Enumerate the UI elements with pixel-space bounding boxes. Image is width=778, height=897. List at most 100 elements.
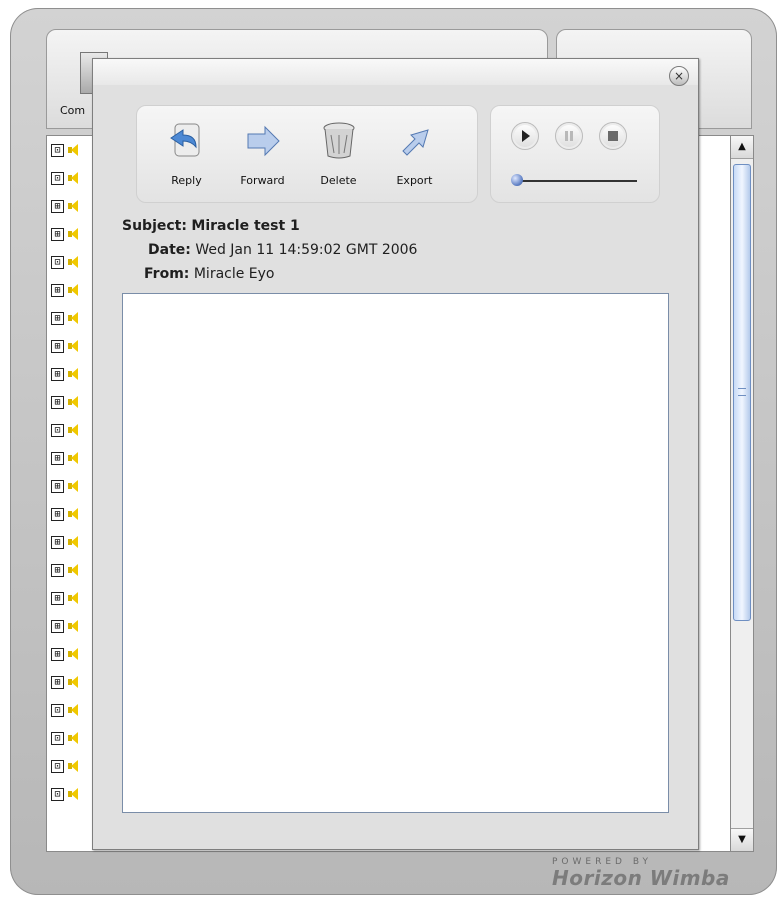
expander-icon[interactable]: ⊡ [51, 424, 64, 437]
list-item[interactable]: ⊞ [51, 534, 91, 552]
speaker-icon [68, 171, 78, 185]
list-item[interactable]: ⊡ [51, 422, 91, 440]
list-item[interactable]: ⊡ [51, 786, 91, 804]
speaker-icon [68, 227, 78, 241]
speaker-icon [68, 451, 78, 465]
date-row: Date: Wed Jan 11 14:59:02 GMT 2006 [148, 241, 417, 259]
list-item[interactable]: ⊞ [51, 226, 91, 244]
speaker-icon [68, 759, 78, 773]
export-button[interactable]: Export [377, 118, 452, 192]
play-button[interactable] [511, 122, 539, 150]
export-icon [402, 129, 429, 156]
expander-icon[interactable]: ⊡ [51, 704, 64, 717]
message-dialog: × Reply Forward Delete Export Subject: M… [92, 58, 699, 850]
close-icon[interactable]: × [669, 66, 689, 86]
dialog-titlebar[interactable] [93, 59, 698, 85]
scroll-down-button[interactable]: ▼ [731, 828, 753, 851]
speaker-icon [68, 703, 78, 717]
speaker-icon [68, 199, 78, 213]
forward-label: Forward [240, 174, 285, 187]
list-item[interactable]: ⊞ [51, 282, 91, 300]
expander-icon[interactable]: ⊞ [51, 564, 64, 577]
expander-icon[interactable]: ⊞ [51, 508, 64, 521]
speaker-icon [68, 423, 78, 437]
speaker-icon [68, 647, 78, 661]
expander-icon[interactable]: ⊞ [51, 200, 64, 213]
list-item[interactable]: ⊞ [51, 590, 91, 608]
list-item[interactable]: ⊡ [51, 758, 91, 776]
expander-icon[interactable]: ⊞ [51, 396, 64, 409]
list-item[interactable]: ⊞ [51, 674, 91, 692]
speaker-icon [68, 535, 78, 549]
trash-icon [323, 122, 355, 159]
date-value: Wed Jan 11 14:59:02 GMT 2006 [195, 242, 418, 258]
expander-icon[interactable]: ⊞ [51, 228, 64, 241]
scroll-thumb[interactable] [733, 164, 751, 621]
speaker-icon [68, 283, 78, 297]
forward-icon [247, 125, 280, 157]
list-item[interactable]: ⊞ [51, 450, 91, 468]
expander-icon[interactable]: ⊞ [51, 284, 64, 297]
pause-button[interactable] [555, 122, 583, 150]
delete-button[interactable]: Delete [301, 118, 376, 192]
reply-icon [170, 123, 200, 157]
playback-controls [490, 105, 660, 203]
expander-icon[interactable]: ⊡ [51, 144, 64, 157]
reply-label: Reply [171, 174, 202, 187]
message-headers: Subject: Miracle test 1 Date: Wed Jan 11… [122, 217, 672, 287]
subject-row: Subject: Miracle test 1 [122, 217, 300, 235]
brand-text: Horizon Wimba [552, 866, 730, 890]
speaker-icon [68, 787, 78, 801]
from-key: From: [144, 266, 190, 282]
expander-icon[interactable]: ⊡ [51, 760, 64, 773]
pause-icon [565, 131, 573, 141]
playback-slider-knob[interactable] [511, 174, 523, 186]
speaker-icon [68, 255, 78, 269]
powered-by-logo: POWERED BY Horizon Wimba [552, 858, 742, 890]
expander-icon[interactable]: ⊡ [51, 732, 64, 745]
list-item[interactable]: ⊡ [51, 730, 91, 748]
list-item[interactable]: ⊞ [51, 506, 91, 524]
list-item[interactable]: ⊞ [51, 478, 91, 496]
expander-icon[interactable]: ⊞ [51, 452, 64, 465]
expander-icon[interactable]: ⊡ [51, 172, 64, 185]
list-item[interactable]: ⊞ [51, 338, 91, 356]
list-item[interactable]: ⊡ [51, 142, 91, 160]
expander-icon[interactable]: ⊞ [51, 480, 64, 493]
list-item[interactable]: ⊞ [51, 310, 91, 328]
speaker-icon [68, 619, 78, 633]
stop-button[interactable] [599, 122, 627, 150]
expander-icon[interactable]: ⊡ [51, 256, 64, 269]
expander-icon[interactable]: ⊞ [51, 368, 64, 381]
expander-icon[interactable]: ⊡ [51, 788, 64, 801]
list-item[interactable]: ⊞ [51, 618, 91, 636]
list-item[interactable]: ⊞ [51, 366, 91, 384]
list-item[interactable]: ⊞ [51, 646, 91, 664]
list-item[interactable]: ⊡ [51, 254, 91, 272]
compose-label: Com [60, 104, 86, 117]
list-item[interactable]: ⊞ [51, 394, 91, 412]
expander-icon[interactable]: ⊞ [51, 340, 64, 353]
expander-icon[interactable]: ⊞ [51, 312, 64, 325]
expander-icon[interactable]: ⊞ [51, 648, 64, 661]
expander-icon[interactable]: ⊞ [51, 536, 64, 549]
export-label: Export [396, 174, 433, 187]
list-item[interactable]: ⊡ [51, 702, 91, 720]
list-item[interactable]: ⊡ [51, 170, 91, 188]
speaker-icon [68, 311, 78, 325]
list-item[interactable]: ⊞ [51, 562, 91, 580]
delete-label: Delete [320, 174, 357, 187]
subject-value: Miracle test 1 [191, 218, 300, 234]
vertical-scrollbar[interactable]: ▲ ▼ [730, 135, 754, 852]
expander-icon[interactable]: ⊞ [51, 620, 64, 633]
speaker-icon [68, 339, 78, 353]
reply-button[interactable]: Reply [149, 118, 224, 192]
expander-icon[interactable]: ⊞ [51, 676, 64, 689]
date-key: Date: [148, 242, 191, 258]
message-body[interactable] [122, 293, 669, 813]
expander-icon[interactable]: ⊞ [51, 592, 64, 605]
scroll-up-button[interactable]: ▲ [731, 136, 753, 159]
forward-button[interactable]: Forward [225, 118, 300, 192]
playback-slider[interactable] [519, 180, 637, 182]
list-item[interactable]: ⊞ [51, 198, 91, 216]
